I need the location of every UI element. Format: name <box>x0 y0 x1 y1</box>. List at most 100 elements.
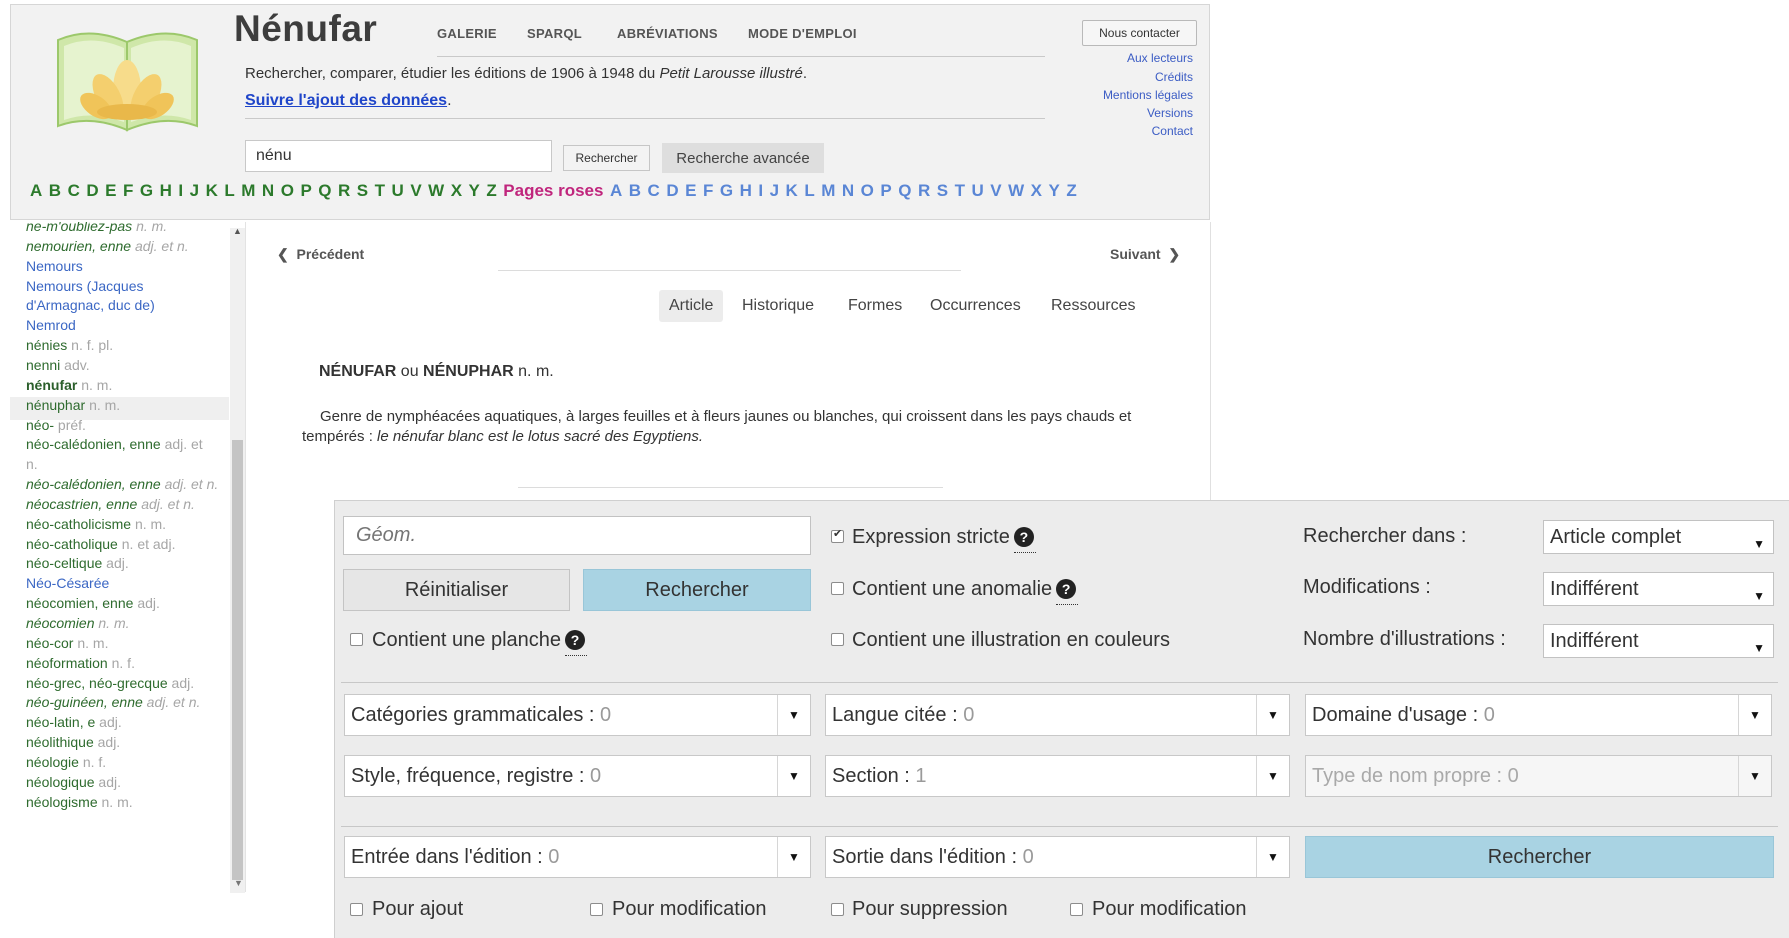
pages-roses-letter-a[interactable]: A <box>610 181 622 200</box>
list-item[interactable]: n. <box>26 456 38 472</box>
modifications-select[interactable]: Indifférent ▼ <box>1543 572 1774 606</box>
pages-roses-letter-k[interactable]: K <box>786 181 798 200</box>
nav-abreviations[interactable]: ABRÉVIATIONS <box>617 26 718 41</box>
letter-link-z[interactable]: Z <box>486 181 496 200</box>
help-icon[interactable]: ? <box>1013 527 1036 553</box>
reset-button[interactable]: Réinitialiser <box>343 569 570 611</box>
sidebar-scroll-thumb[interactable] <box>232 440 243 880</box>
letter-link-s[interactable]: S <box>357 181 368 200</box>
color-illustration-checkbox[interactable] <box>831 633 844 646</box>
list-item[interactable]: néo-calédonien, enne adj. et n. <box>26 476 218 492</box>
nav-sparql[interactable]: SPARQL <box>527 26 582 41</box>
pages-roses-letter-d[interactable]: D <box>666 181 678 200</box>
link-credits[interactable]: Crédits <box>1155 70 1193 84</box>
tab-occurrences[interactable]: Occurrences <box>920 290 1031 322</box>
list-item[interactable]: Néo-Césarée <box>26 575 109 591</box>
link-aux-lecteurs[interactable]: Aux lecteurs <box>1127 51 1193 65</box>
pages-roses-label[interactable]: Pages roses <box>503 181 603 200</box>
pages-roses-letter-u[interactable]: U <box>972 181 984 200</box>
list-item[interactable]: néo-calédonien, enne adj. et <box>26 436 203 452</box>
pages-roses-letter-c[interactable]: C <box>648 181 660 200</box>
tab-formes[interactable]: Formes <box>838 290 912 322</box>
scroll-up-icon[interactable]: ▲ <box>233 226 242 236</box>
pages-roses-letter-z[interactable]: Z <box>1066 181 1076 200</box>
nav-galerie[interactable]: GALERIE <box>437 26 497 41</box>
tab-article[interactable]: Article <box>659 290 724 322</box>
strict-expression-checkbox[interactable] <box>831 527 844 543</box>
pour-modification-2-checkbox[interactable] <box>1070 903 1083 916</box>
list-item[interactable]: néo-catholique n. et adj. <box>26 536 175 552</box>
letter-link-g[interactable]: G <box>140 181 153 200</box>
letter-link-i[interactable]: I <box>178 181 183 200</box>
pages-roses-letter-e[interactable]: E <box>685 181 696 200</box>
edition-exit-select[interactable]: Sortie dans l'édition : 0 ▼ <box>825 836 1290 878</box>
follow-data-link[interactable]: Suivre l'ajout des données <box>245 92 447 109</box>
pages-roses-letter-x[interactable]: X <box>1031 181 1042 200</box>
letter-link-h[interactable]: H <box>160 181 172 200</box>
list-item[interactable]: néo-celtique adj. <box>26 555 129 571</box>
cited-language-select[interactable]: Langue citée : 0 ▼ <box>825 694 1290 736</box>
help-icon[interactable]: ? <box>1056 579 1079 605</box>
letter-link-m[interactable]: M <box>241 181 255 200</box>
letter-link-q[interactable]: Q <box>318 181 331 200</box>
letter-link-l[interactable]: L <box>224 181 234 200</box>
pour-ajout-checkbox[interactable] <box>350 903 363 916</box>
letter-link-r[interactable]: R <box>338 181 350 200</box>
list-item[interactable]: néoformation n. f. <box>26 655 135 671</box>
list-item[interactable]: nénuphar n. m. <box>26 397 120 413</box>
tab-ressources[interactable]: Ressources <box>1041 290 1145 322</box>
link-versions[interactable]: Versions <box>1147 106 1193 120</box>
letter-link-y[interactable]: Y <box>469 181 480 200</box>
pages-roses-letter-q[interactable]: Q <box>898 181 911 200</box>
list-item[interactable]: Nemours (Jacques <box>26 278 144 294</box>
pages-roses-letter-w[interactable]: W <box>1008 181 1024 200</box>
pour-suppression-checkbox[interactable] <box>831 903 844 916</box>
list-item[interactable]: néologie n. f. <box>26 754 106 770</box>
edition-entry-select[interactable]: Entrée dans l'édition : 0 ▼ <box>344 836 811 878</box>
contact-button[interactable]: Nous contacter <box>1082 20 1197 46</box>
lotus-book-logo[interactable] <box>50 18 205 136</box>
pages-roses-letter-m[interactable]: M <box>821 181 835 200</box>
list-item-selected[interactable]: nénufar n. m. <box>26 377 112 393</box>
link-contact[interactable]: Contact <box>1152 124 1193 138</box>
link-mentions-legales[interactable]: Mentions légales <box>1103 88 1193 102</box>
planche-checkbox[interactable] <box>350 633 363 646</box>
illustrations-count-select[interactable]: Indifférent ▼ <box>1543 624 1774 658</box>
list-item[interactable]: néocomien, enne adj. <box>26 595 160 611</box>
usage-domain-select[interactable]: Domaine d'usage : 0 ▼ <box>1305 694 1772 736</box>
list-item[interactable]: néo-catholicisme n. m. <box>26 516 166 532</box>
list-item[interactable]: néolithique adj. <box>26 734 120 750</box>
letter-link-x[interactable]: X <box>451 181 462 200</box>
pages-roses-letter-b[interactable]: B <box>629 181 641 200</box>
list-item[interactable]: néo-cor n. m. <box>26 635 108 651</box>
pages-roses-letter-r[interactable]: R <box>918 181 930 200</box>
pages-roses-letter-g[interactable]: G <box>720 181 733 200</box>
letter-link-o[interactable]: O <box>281 181 294 200</box>
list-item[interactable]: d'Armagnac, duc de) <box>26 297 155 313</box>
list-item[interactable]: néo-latin, e adj. <box>26 714 122 730</box>
letter-link-u[interactable]: U <box>392 181 404 200</box>
letter-link-f[interactable]: F <box>123 181 133 200</box>
scroll-down-icon[interactable]: ▼ <box>234 878 243 888</box>
list-item[interactable]: néocomien n. m. <box>26 615 130 631</box>
pages-roses-letter-n[interactable]: N <box>842 181 854 200</box>
list-item[interactable]: nemourien, enne adj. et n. <box>26 238 189 254</box>
pages-roses-letter-l[interactable]: L <box>804 181 814 200</box>
list-item[interactable]: Nemrod <box>26 317 76 333</box>
letter-link-d[interactable]: D <box>86 181 98 200</box>
pages-roses-letter-s[interactable]: S <box>937 181 948 200</box>
letter-link-w[interactable]: W <box>428 181 444 200</box>
letter-link-p[interactable]: P <box>300 181 311 200</box>
list-item[interactable]: nenni adv. <box>26 357 90 373</box>
letter-link-k[interactable]: K <box>206 181 218 200</box>
search-input[interactable] <box>245 140 552 172</box>
list-item[interactable]: nénies n. f. pl. <box>26 337 113 353</box>
letter-link-t[interactable]: T <box>375 181 385 200</box>
list-item[interactable]: néo-guinéen, enne adj. et n. <box>26 694 200 710</box>
help-icon[interactable]: ? <box>565 630 588 656</box>
anomaly-checkbox[interactable] <box>831 582 844 595</box>
next-link[interactable]: Suivant ❯ <box>1110 246 1180 263</box>
pour-modification-checkbox[interactable] <box>590 903 603 916</box>
tab-historique[interactable]: Historique <box>732 290 824 322</box>
list-item[interactable]: néo- préf. <box>26 417 86 433</box>
